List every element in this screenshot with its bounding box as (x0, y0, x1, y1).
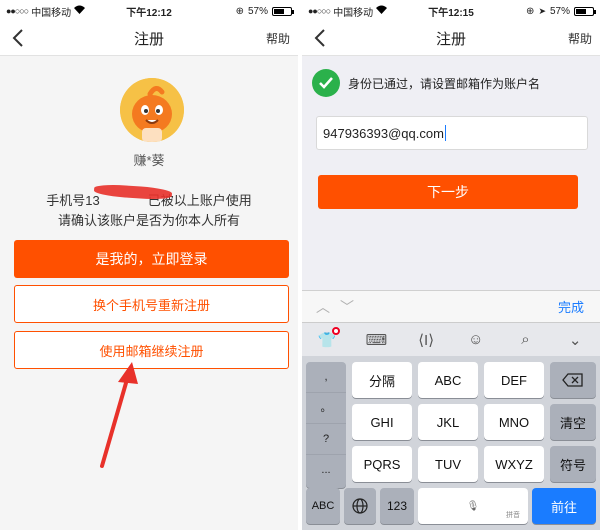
go-key[interactable]: 前往 (532, 488, 596, 524)
key-mno[interactable]: MNO (484, 404, 544, 440)
key-separator[interactable]: 分隔 (352, 362, 412, 398)
carrier-label: 中国移动 (333, 7, 374, 19)
key-jkl[interactable]: JKL (418, 404, 478, 440)
chevron-up-icon[interactable]: ︿ (316, 297, 330, 317)
rotation-lock-icon: ⊕ (235, 5, 244, 17)
signal-carrier: ●●○○○ 中国移动 (6, 4, 86, 19)
next-step-button[interactable]: 下一步 (318, 175, 578, 209)
nav-bar: 注册 帮助 (302, 22, 600, 56)
battery-fill (274, 8, 284, 14)
backspace-icon[interactable] (550, 362, 596, 398)
status-bar: ●●○○○ 中国移动 下午12:12 ⊕ 57% (0, 0, 298, 22)
chevron-down-icon[interactable]: ﹀ (340, 297, 354, 317)
keyboard-toolbar: 👕 ⌨ ⟨I⟩ ☺ ⌕ ⌄ (302, 322, 600, 356)
microphone-icon: 🎙 (466, 500, 480, 512)
rotation-lock-icon: ⊕ (526, 5, 535, 17)
confirm-account-text: 请确认该账户是否为你本人所有 (57, 213, 240, 228)
battery-icon (272, 6, 294, 16)
signal-strength-icon: ●●○○○ (308, 6, 331, 16)
battery-percent: 57% (549, 5, 570, 17)
skin-shirt-icon[interactable]: 👕 (312, 326, 342, 349)
email-input[interactable]: 947936393@qq.com (316, 116, 588, 150)
key-wxyz[interactable]: WXYZ (484, 446, 544, 482)
keyboard-switch-icon[interactable]: ⌨ (361, 331, 391, 349)
symbol-key[interactable]: 符号 (550, 446, 596, 482)
help-link[interactable]: 帮助 (568, 30, 592, 47)
space-key[interactable]: 🎙 拼音 (418, 488, 528, 524)
key-def[interactable]: DEF (484, 362, 544, 398)
phone-number-partial: 手机号13 (46, 193, 100, 208)
punct-question-key[interactable]: ? (306, 424, 346, 455)
status-bar: ●●○○○ 中国移动 下午12:15 ⊕ ➤ 57% (302, 0, 600, 22)
signal-strength-icon: ●●○○○ (6, 6, 29, 16)
keyboard: , 。 ? ... 分隔 ABC DEF GHI JKL MNO 清空 PQRS… (302, 356, 600, 530)
page-title: 注册 (435, 31, 466, 48)
key-tuv[interactable]: TUV (418, 446, 478, 482)
done-button[interactable]: 完成 (558, 297, 584, 316)
punct-period-key[interactable]: 。 (306, 393, 346, 424)
search-icon[interactable]: ⌕ (510, 331, 540, 348)
battery-percent: 57% (247, 5, 268, 17)
right-screen: ●●○○○ 中国移动 下午12:15 ⊕ ➤ 57% 注册 帮助 身份已通过，请… (302, 0, 600, 530)
account-nickname: 赚*葵 (133, 153, 165, 168)
punct-ellipsis-key[interactable]: ... (306, 455, 346, 486)
carrier-label: 中国移动 (31, 7, 72, 19)
clear-key[interactable]: 清空 (550, 404, 596, 440)
nav-bar: 注册 帮助 (0, 22, 298, 56)
wifi-icon (74, 5, 86, 17)
number-switch-key[interactable]: 123 (380, 488, 414, 524)
notification-dot-icon (331, 326, 340, 335)
avatar (120, 78, 184, 142)
login-button[interactable]: 是我的，立即登录 (14, 240, 289, 278)
emoji-icon[interactable]: ☺ (461, 331, 491, 348)
location-arrow-icon: ➤ (538, 5, 546, 16)
verified-text: 身份已通过，请设置邮箱作为账户名 (348, 76, 541, 91)
change-phone-button[interactable]: 换个手机号重新注册 (14, 285, 289, 323)
keyboard-accessory-bar: ︿ ﹀ 完成 (302, 290, 600, 322)
email-value: 947936393@qq.com (323, 125, 444, 141)
annotation-arrow-icon (100, 362, 138, 468)
battery-icon (574, 6, 596, 16)
page-title: 注册 (133, 31, 164, 48)
cursor-move-icon[interactable]: ⟨I⟩ (411, 331, 441, 349)
key-pqrs[interactable]: PQRS (352, 446, 412, 482)
punctuation-column[interactable]: , 。 ? ... (306, 362, 346, 488)
key-abc[interactable]: ABC (418, 362, 478, 398)
left-screen: ●●○○○ 中国移动 下午12:12 ⊕ 57% 注册 帮助 赚*葵 手机号13… (0, 0, 298, 530)
use-email-button[interactable]: 使用邮箱继续注册 (14, 331, 289, 369)
space-key-label: 拼音 (506, 512, 520, 519)
hide-keyboard-icon[interactable]: ⌄ (560, 331, 590, 349)
signal-carrier: ●●○○○ 中国移动 (308, 4, 388, 19)
abc-switch-key[interactable]: ABC (306, 488, 340, 524)
key-ghi[interactable]: GHI (352, 404, 412, 440)
verified-banner: 身份已通过，请设置邮箱作为账户名 (312, 68, 592, 98)
punct-comma-key[interactable]: , (306, 362, 346, 393)
battery-fill (576, 8, 586, 14)
wifi-icon (376, 5, 388, 17)
globe-icon[interactable] (344, 488, 376, 524)
text-caret (444, 125, 446, 141)
help-link[interactable]: 帮助 (266, 30, 290, 47)
checkmark-icon (312, 69, 340, 97)
